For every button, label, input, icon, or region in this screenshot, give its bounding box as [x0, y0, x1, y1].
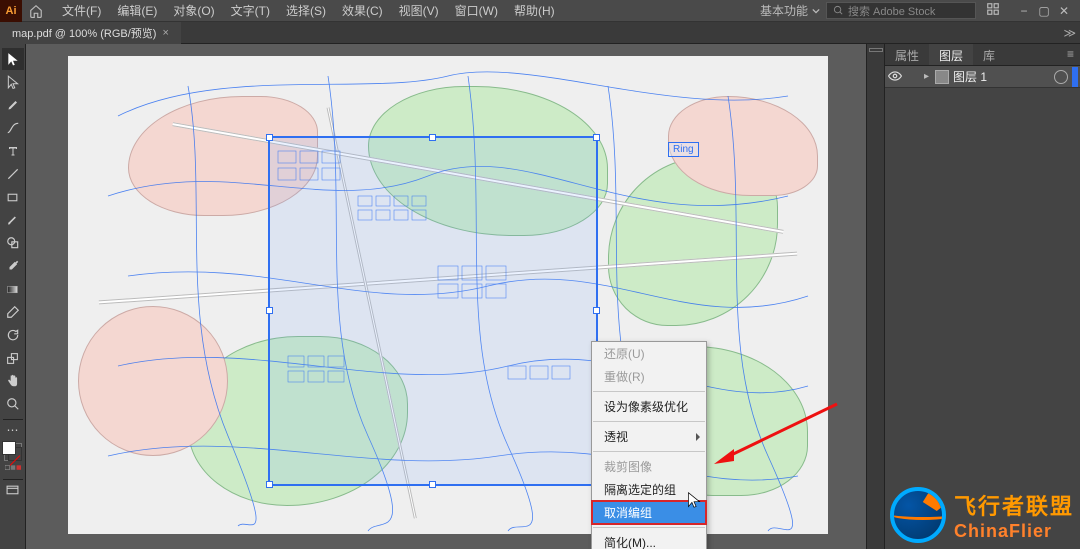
- dock-handle-icon[interactable]: [869, 48, 883, 52]
- scale-tool[interactable]: [2, 347, 24, 369]
- watermark: 飞行者联盟 ChinaFlier: [890, 487, 1074, 543]
- ctx-item-5[interactable]: 透视: [592, 425, 706, 448]
- collapsed-dock[interactable]: [866, 44, 884, 549]
- panel-menu-icon[interactable]: ≡: [1061, 44, 1080, 65]
- menubar: Ai 文件(F) 编辑(E) 对象(O) 文字(T) 选择(S) 效果(C) 视…: [0, 0, 1080, 22]
- close-button[interactable]: ✕: [1054, 2, 1074, 20]
- main-menu: 文件(F) 编辑(E) 对象(O) 文字(T) 选择(S) 效果(C) 视图(V…: [56, 0, 561, 21]
- visibility-icon[interactable]: [885, 70, 905, 84]
- eyedropper-tool[interactable]: [2, 255, 24, 277]
- document-title: map.pdf @ 100% (RGB/预览): [12, 25, 156, 41]
- annotation-arrow: [712, 399, 842, 469]
- tabstrip-caret-icon[interactable]: ≫: [1063, 26, 1076, 40]
- menu-view[interactable]: 视图(V): [393, 0, 445, 21]
- pen-tool[interactable]: [2, 94, 24, 116]
- edit-toolbar-icon[interactable]: ⋯: [2, 423, 24, 437]
- window-controls: − ▢ ✕: [1014, 2, 1074, 20]
- screen-mode-icon[interactable]: [2, 483, 24, 497]
- watermark-text-cn: 飞行者联盟: [954, 489, 1074, 521]
- toolbox: ⋯: [0, 44, 26, 549]
- hand-tool[interactable]: [2, 370, 24, 392]
- layer-thumbnail: [935, 70, 949, 84]
- fill-stroke-swatch[interactable]: [2, 438, 24, 460]
- layers-panel-body: [885, 88, 1080, 549]
- rotate-tool[interactable]: [2, 324, 24, 346]
- ctx-item-1: 重做(R): [592, 365, 706, 388]
- tab-layers[interactable]: 图层: [929, 44, 973, 65]
- expand-icon[interactable]: ▸: [921, 71, 935, 82]
- type-tool[interactable]: [2, 140, 24, 162]
- watermark-text-en: ChinaFlier: [954, 521, 1074, 542]
- layer-row[interactable]: ▸ 图层 1: [885, 66, 1080, 88]
- watermark-logo-icon: [890, 487, 946, 543]
- menu-help[interactable]: 帮助(H): [508, 0, 561, 21]
- ctx-item-7: 裁剪图像: [592, 455, 706, 478]
- minimize-button[interactable]: −: [1014, 2, 1034, 20]
- selection-indicator: [1072, 67, 1078, 87]
- maximize-button[interactable]: ▢: [1034, 2, 1054, 20]
- close-tab-icon[interactable]: ×: [162, 27, 168, 39]
- menu-window[interactable]: 窗口(W): [449, 0, 504, 21]
- map-label-ring: Ring: [668, 142, 699, 157]
- line-tool[interactable]: [2, 163, 24, 185]
- ctx-item-0: 还原(U): [592, 342, 706, 365]
- context-menu: 还原(U)重做(R)设为像素级优化透视裁剪图像隔离选定的组取消编组简化(M)..…: [591, 341, 707, 549]
- search-icon: [833, 5, 844, 16]
- workspace-label: 基本功能: [760, 2, 808, 19]
- document-tabstrip: map.pdf @ 100% (RGB/预览) × ≫: [0, 22, 1080, 44]
- direct-selection-tool[interactable]: [2, 71, 24, 93]
- zoom-tool[interactable]: [2, 393, 24, 415]
- menu-type[interactable]: 文字(T): [225, 0, 276, 21]
- search-placeholder: 搜索 Adobe Stock: [848, 3, 935, 19]
- cursor-icon: [687, 492, 701, 510]
- menu-effect[interactable]: 效果(C): [336, 0, 389, 21]
- gradient-tool[interactable]: [2, 278, 24, 300]
- canvas[interactable]: Ring 还原(U)重做(R)设为像素级优化透视裁剪图像隔离选定的组取消编组简化…: [26, 44, 866, 549]
- app-icon: Ai: [0, 0, 22, 22]
- selection-bounding-box[interactable]: [268, 136, 598, 486]
- search-stock[interactable]: 搜索 Adobe Stock: [826, 2, 976, 19]
- tab-libraries[interactable]: 库: [973, 44, 1005, 65]
- paintbrush-tool[interactable]: [2, 209, 24, 231]
- panel-group: 属性 图层 库 ≡ ▸ 图层 1: [884, 44, 1080, 549]
- home-icon[interactable]: [22, 0, 50, 22]
- panel-tabs: 属性 图层 库 ≡: [885, 44, 1080, 66]
- menu-file[interactable]: 文件(F): [56, 0, 107, 21]
- ctx-item-3[interactable]: 设为像素级优化: [592, 395, 706, 418]
- layer-name[interactable]: 图层 1: [953, 68, 1050, 85]
- ctx-item-11[interactable]: 简化(M)...: [592, 531, 706, 549]
- rectangle-tool[interactable]: [2, 186, 24, 208]
- document-tab[interactable]: map.pdf @ 100% (RGB/预览) ×: [0, 22, 181, 44]
- shape-builder-tool[interactable]: [2, 232, 24, 254]
- selection-tool[interactable]: [2, 48, 24, 70]
- eraser-tool[interactable]: [2, 301, 24, 323]
- tab-properties[interactable]: 属性: [885, 44, 929, 65]
- menu-object[interactable]: 对象(O): [167, 0, 220, 21]
- menu-edit[interactable]: 编辑(E): [111, 0, 163, 21]
- menu-select[interactable]: 选择(S): [280, 0, 332, 21]
- arrange-docs-icon[interactable]: [982, 2, 1004, 19]
- workspace-switcher[interactable]: 基本功能: [760, 2, 820, 19]
- target-icon[interactable]: [1054, 70, 1068, 84]
- curvature-tool[interactable]: [2, 117, 24, 139]
